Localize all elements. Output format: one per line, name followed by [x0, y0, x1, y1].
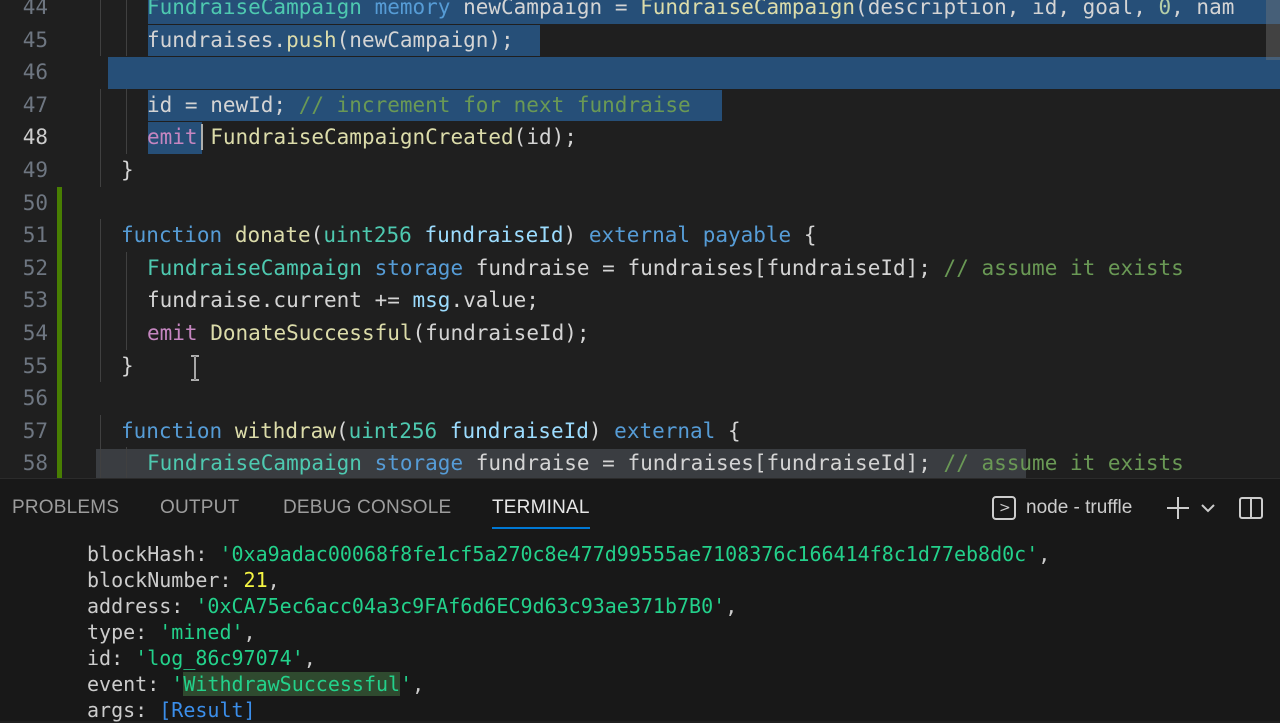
terminal-line: type: 'mined',	[87, 620, 256, 644]
indent-guide	[100, 88, 101, 122]
indent-guide	[100, 447, 101, 478]
indent-guide	[126, 88, 127, 122]
terminal-selector[interactable]: > node - truffle	[992, 493, 1132, 523]
code-line[interactable]: 50	[0, 186, 1280, 220]
terminal-line: address: '0xCA75ec6acc04a3c9FAf6d6EC9d63…	[87, 594, 738, 618]
editor-scrollbar[interactable]	[1266, 0, 1280, 60]
indent-guide	[126, 23, 127, 57]
indent-guide	[126, 317, 127, 350]
code-line[interactable]: 47 id = newId; // increment for next fund…	[0, 88, 1280, 122]
code-line[interactable]: 45 fundraises.push(newCampaign);	[0, 23, 1280, 57]
split-panel-icon[interactable]	[1237, 493, 1265, 523]
indent-guide	[126, 447, 127, 478]
code-text: FundraiseCampaign storage fundraise = fu…	[147, 451, 1184, 476]
git-modified-indicator[interactable]	[57, 186, 62, 220]
line-number[interactable]: 47	[0, 89, 48, 122]
code-text: function withdraw(uint256 fundraiseId) e…	[121, 418, 741, 443]
line-number[interactable]: 49	[0, 154, 48, 187]
chevron-down-icon[interactable]	[1198, 493, 1218, 523]
git-modified-indicator[interactable]	[57, 382, 62, 415]
git-modified-indicator[interactable]	[57, 414, 62, 448]
line-number[interactable]: 54	[0, 317, 48, 350]
text-cursor-icon	[191, 355, 199, 381]
bottom-panel: PROBLEMS OUTPUT DEBUG CONSOLE TERMINAL >…	[0, 478, 1280, 722]
indent-guide	[100, 0, 101, 24]
indent-guide	[100, 154, 101, 187]
code-line[interactable]: 56	[0, 382, 1280, 415]
terminal-line: id: 'log_86c97074',	[87, 646, 316, 670]
code-line[interactable]: 57 function withdraw(uint256 fundraiseId)…	[0, 414, 1280, 448]
panel-tabs: PROBLEMS OUTPUT DEBUG CONSOLE TERMINAL	[0, 479, 960, 535]
indent-guide	[126, 0, 127, 24]
line-number[interactable]: 48	[0, 121, 48, 154]
tab-debug-console[interactable]: DEBUG CONSOLE	[283, 479, 451, 535]
code-text: fundraises.push(newCampaign);	[147, 27, 514, 52]
line-number[interactable]: 57	[0, 415, 48, 448]
line-number[interactable]: 56	[0, 382, 48, 415]
indent-guide	[100, 317, 101, 350]
code-line[interactable]: 44 FundraiseCampaign memory newCampaign =…	[0, 0, 1280, 24]
terminal-icon: >	[992, 496, 1016, 520]
line-number[interactable]: 44	[0, 0, 48, 24]
tab-output[interactable]: OUTPUT	[160, 479, 239, 535]
indent-guide	[100, 284, 101, 317]
code-line[interactable]: 48 emit FundraiseCampaignCreated(id);	[0, 121, 1280, 154]
plus-icon[interactable]	[1164, 493, 1192, 523]
line-number[interactable]: 51	[0, 219, 48, 252]
git-modified-indicator[interactable]	[57, 251, 62, 285]
line-number[interactable]: 52	[0, 252, 48, 285]
indent-guide	[100, 251, 101, 285]
line-number[interactable]: 50	[0, 187, 48, 220]
code-line[interactable]: 58 FundraiseCampaign storage fundraise = …	[0, 447, 1280, 478]
indent-guide	[100, 121, 101, 154]
code-line[interactable]: 52 FundraiseCampaign storage fundraise = …	[0, 251, 1280, 285]
indent-guide	[126, 284, 127, 317]
tab-problems[interactable]: PROBLEMS	[12, 479, 119, 535]
code-text: id = newId; // increment for next fundra…	[147, 92, 691, 117]
code-text: emit FundraiseCampaignCreated(id);	[147, 125, 577, 150]
line-number[interactable]: 46	[0, 56, 48, 89]
git-modified-indicator[interactable]	[57, 317, 62, 350]
indent-guide	[100, 414, 101, 448]
git-modified-indicator[interactable]	[57, 349, 62, 383]
terminal-line: event: 'WithdrawSuccessful',	[87, 672, 425, 696]
git-modified-indicator[interactable]	[57, 447, 62, 478]
indent-guide	[126, 251, 127, 285]
code-line[interactable]: 46	[0, 56, 1280, 89]
indent-guide	[126, 121, 127, 154]
git-modified-indicator[interactable]	[57, 219, 62, 252]
code-line[interactable]: 53 fundraise.current += msg.value;	[0, 284, 1280, 317]
code-text: FundraiseCampaign storage fundraise = fu…	[147, 255, 1184, 280]
indent-guide	[100, 349, 101, 383]
code-editor[interactable]: 44 FundraiseCampaign memory newCampaign =…	[0, 0, 1280, 478]
code-text: fundraise.current += msg.value;	[147, 288, 539, 313]
git-modified-indicator[interactable]	[57, 284, 62, 317]
code-text: function donate(uint256 fundraiseId) ext…	[121, 223, 817, 248]
code-text: }	[121, 158, 134, 182]
code-line[interactable]: 51 function donate(uint256 fundraiseId) e…	[0, 219, 1280, 252]
terminal-line: blockHash: '0xa9adac00068f8fe1cf5a270c8e…	[87, 542, 1051, 566]
line-number[interactable]: 55	[0, 350, 48, 383]
code-text: }	[121, 353, 134, 378]
line-number[interactable]: 58	[0, 447, 48, 478]
line-number[interactable]: 53	[0, 284, 48, 317]
terminal-line: args: [Result]	[87, 698, 256, 722]
text-caret	[201, 124, 203, 151]
selection-highlight	[108, 57, 1280, 89]
code-text: emit DonateSuccessful(fundraiseId);	[147, 321, 590, 345]
line-number[interactable]: 45	[0, 24, 48, 57]
code-text: FundraiseCampaign memory newCampaign = F…	[147, 0, 1235, 19]
terminal-line: blockNumber: 21,	[87, 568, 280, 592]
tab-terminal[interactable]: TERMINAL	[492, 479, 590, 535]
code-line[interactable]: 49}	[0, 154, 1280, 187]
indent-guide	[100, 23, 101, 57]
indent-guide	[100, 219, 101, 252]
code-line[interactable]: 54 emit DonateSuccessful(fundraiseId);	[0, 317, 1280, 350]
terminal-name: node - truffle	[1026, 497, 1133, 518]
